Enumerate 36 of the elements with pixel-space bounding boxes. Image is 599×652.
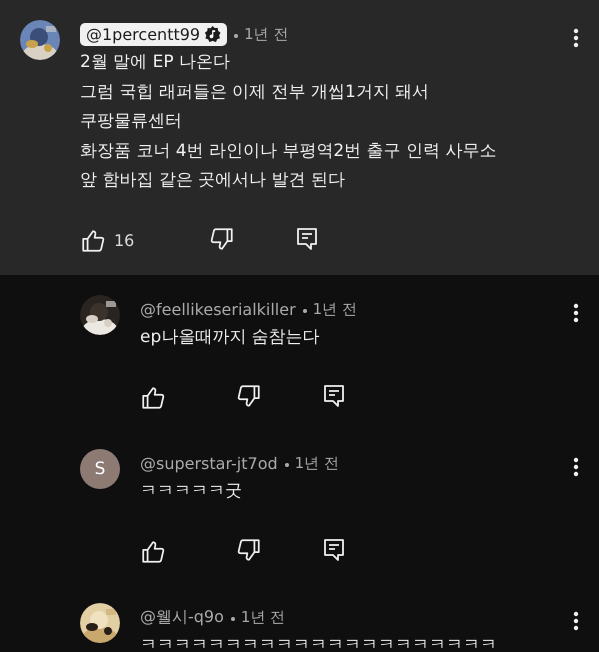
timestamp: 1년 전 (294, 454, 339, 472)
author-name[interactable]: @superstar-jt7od (140, 454, 278, 472)
timestamp: 1년 전 (312, 300, 357, 318)
comment-icon[interactable] (322, 382, 346, 408)
more-options-icon[interactable] (573, 457, 579, 477)
comment-icon[interactable] (295, 226, 319, 252)
like-count: 16 (114, 231, 136, 250)
music-note-badge-icon (204, 26, 222, 42)
separator-dot (230, 617, 235, 621)
comment-text: 화장품 코너 4번 라인이나 부평역2번 출구 인력 사무소 (80, 140, 498, 162)
author-name[interactable]: @feellikeserialkiller (140, 300, 296, 318)
separator-dot (302, 309, 307, 313)
timestamp: 1년 전 (240, 608, 286, 626)
thumbs-up-icon[interactable] (140, 384, 166, 410)
author-name[interactable]: @1percentt99 (80, 22, 228, 46)
thumbs-up-icon[interactable] (140, 538, 166, 564)
timestamp: 1년 전 (244, 24, 288, 44)
separator-dot (234, 34, 238, 38)
separator-dot (284, 463, 289, 467)
thumbs-up-icon[interactable] (80, 228, 106, 254)
comment-text: 앞 함바집 같은 곳에서나 발견 된다 (80, 169, 346, 192)
comment-text: 쿠팡물류센터 (80, 110, 183, 133)
more-options-icon[interactable] (573, 611, 579, 631)
comment-text: ep나올때까지 숨참는다 (140, 326, 321, 349)
thumbs-down-icon[interactable] (236, 536, 262, 562)
avatar: S (80, 449, 120, 489)
comment-icon[interactable] (322, 536, 346, 562)
more-options-icon[interactable] (573, 303, 579, 323)
comment-text: 2월 말에 EP 나온다 (80, 51, 232, 74)
thumbs-down-icon[interactable] (209, 226, 235, 252)
comment-text: ㅋㅋㅋㅋㅋㅋㅋㅋㅋㅋㅋㅋㅋㅋㅋㅋㅋㅋㅋㅋㅋ (140, 634, 498, 652)
more-options-icon[interactable] (573, 28, 579, 48)
comment-text: ㅋㅋㅋㅋㅋ굿 (140, 480, 243, 503)
comment-text: 그럼 국힙 래퍼들은 이제 전부 개씹1거지 돼서 (80, 80, 430, 104)
author-name[interactable]: @웰시-q9o (140, 606, 224, 628)
thumbs-down-icon[interactable] (236, 382, 262, 408)
